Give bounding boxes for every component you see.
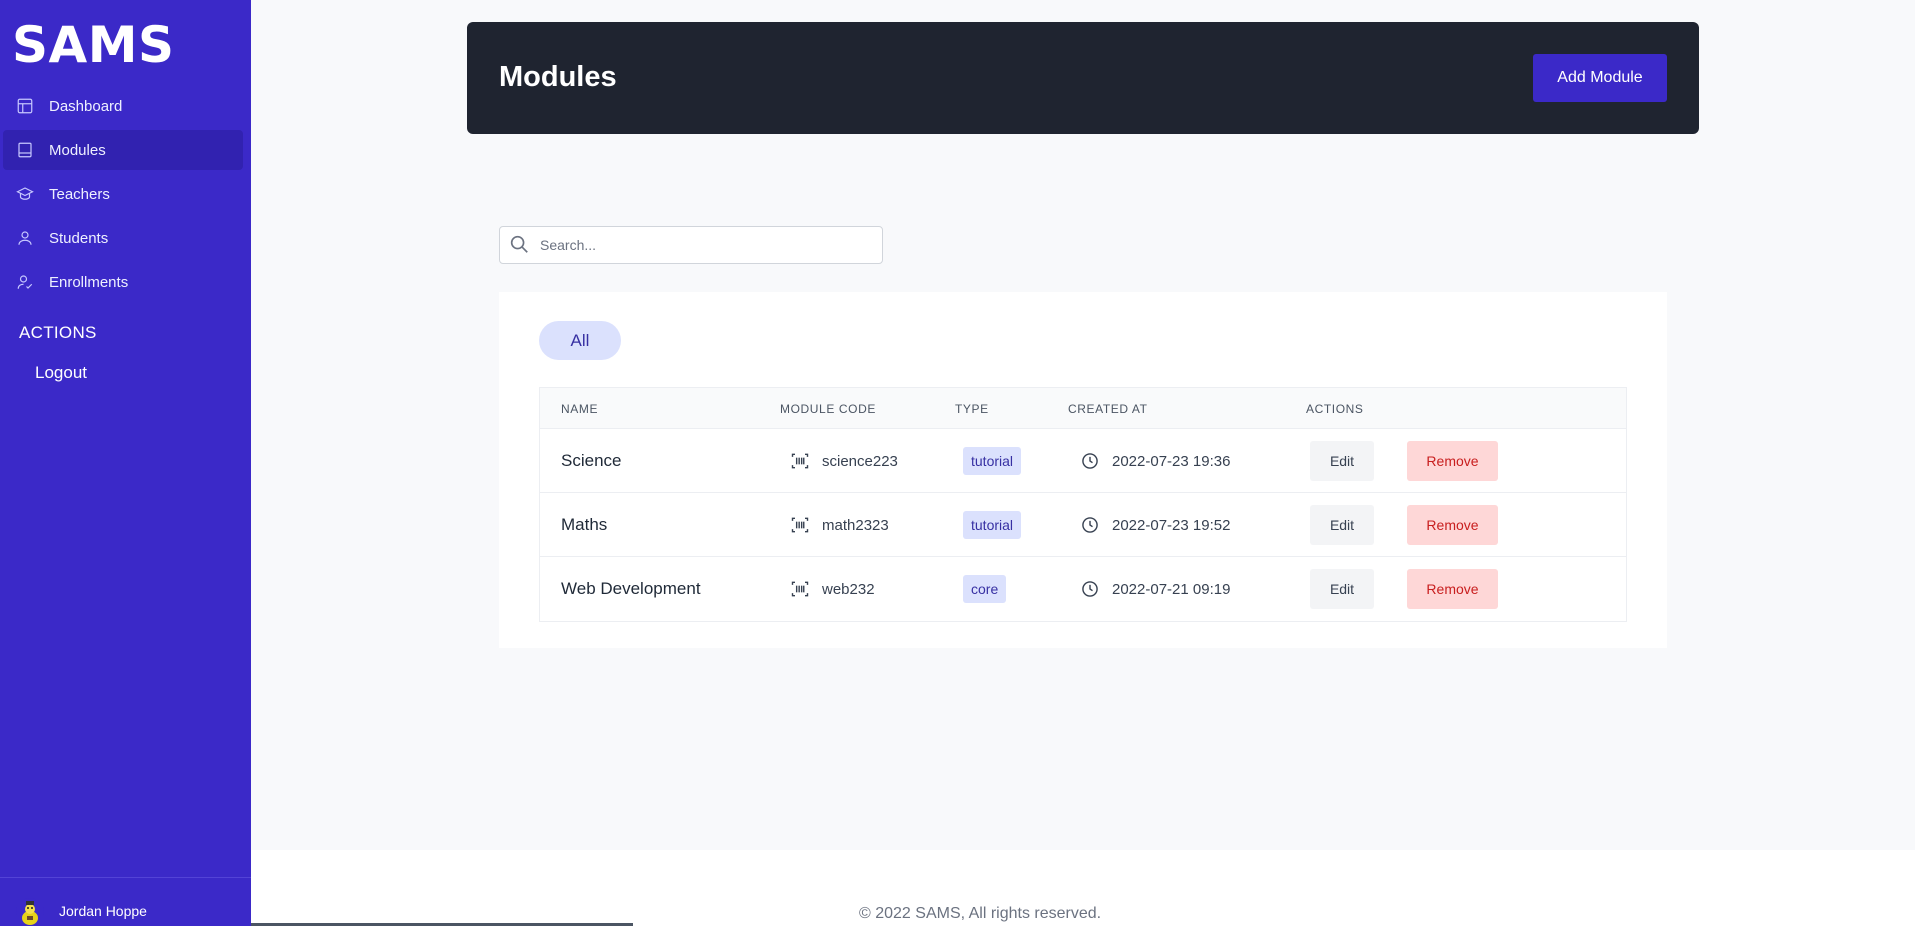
remove-cell: Remove <box>1407 493 1498 557</box>
type-cell: tutorial <box>963 429 1022 493</box>
created-at: 2022-07-23 19:52 <box>1112 516 1231 534</box>
page-footer: © 2022 SAMS, All rights reserved. <box>251 850 1915 926</box>
column-header-name: NAME <box>561 402 599 416</box>
edit-button[interactable]: Edit <box>1310 569 1374 609</box>
clock-icon <box>1082 453 1098 469</box>
created-at: 2022-07-23 19:36 <box>1112 452 1231 470</box>
add-module-button[interactable]: Add Module <box>1533 54 1667 102</box>
user-icon <box>15 228 35 248</box>
sidebar-item-label: Dashboard <box>49 97 123 115</box>
module-code-cell: web232 <box>790 557 875 621</box>
app-logo[interactable]: SAMS <box>12 16 174 74</box>
module-name: Science <box>561 451 622 470</box>
module-code-cell: science223 <box>790 429 898 493</box>
module-code: math2323 <box>822 516 889 534</box>
remove-button[interactable]: Remove <box>1407 569 1498 609</box>
book-icon <box>15 140 35 160</box>
sidebar-item-label: Students <box>49 229 109 247</box>
search-input[interactable] <box>540 237 860 253</box>
sidebar-item-label: Modules <box>49 141 106 159</box>
edit-cell: Edit <box>1310 493 1374 557</box>
clock-icon <box>1082 517 1098 533</box>
type-badge: core <box>963 575 1007 603</box>
modules-table: NAME MODULE CODE TYPE CREATED AT ACTIONS… <box>539 387 1627 622</box>
filter-all-button[interactable]: All <box>539 321 621 360</box>
sidebar-item-modules[interactable]: Modules <box>3 130 243 170</box>
column-header-module-code: MODULE CODE <box>780 402 876 416</box>
page-header: Modules Add Module <box>467 22 1699 134</box>
avatar <box>16 898 44 926</box>
search-box[interactable] <box>499 226 883 264</box>
user-check-icon <box>15 272 35 292</box>
column-header-created-at: CREATED AT <box>1068 402 1148 416</box>
module-name: Maths <box>561 515 608 534</box>
type-badge: tutorial <box>963 511 1022 539</box>
table-row: Web Development web232 core 2022-07-21 0… <box>540 557 1626 621</box>
table-header: NAME MODULE CODE TYPE CREATED AT ACTIONS <box>540 388 1626 429</box>
created-cell: 2022-07-23 19:36 <box>1080 429 1230 493</box>
edit-cell: Edit <box>1310 429 1374 493</box>
sidebar-item-students[interactable]: Students <box>3 218 243 258</box>
logout-link[interactable]: Logout <box>35 363 87 383</box>
remove-cell: Remove <box>1407 557 1498 621</box>
modules-card: All NAME MODULE CODE TYPE CREATED AT ACT… <box>499 292 1667 648</box>
sidebar-item-enrollments[interactable]: Enrollments <box>3 262 243 302</box>
created-cell: 2022-07-23 19:52 <box>1080 493 1230 557</box>
sidebar-item-teachers[interactable]: Teachers <box>3 174 243 214</box>
edit-cell: Edit <box>1310 557 1374 621</box>
actions-heading: ACTIONS <box>19 323 97 342</box>
created-at: 2022-07-21 09:19 <box>1112 580 1231 598</box>
remove-cell: Remove <box>1407 429 1498 493</box>
remove-button[interactable]: Remove <box>1407 505 1498 545</box>
user-name: Jordan Hoppe <box>59 903 147 919</box>
module-code: web232 <box>822 580 875 598</box>
module-code: science223 <box>822 452 898 470</box>
created-cell: 2022-07-21 09:19 <box>1080 557 1230 621</box>
table-row: Maths math2323 tutorial 2022-07-23 19:52… <box>540 493 1626 557</box>
column-header-actions: ACTIONS <box>1306 402 1364 416</box>
sidebar-item-label: Teachers <box>49 185 110 203</box>
clock-icon <box>1082 581 1098 597</box>
sidebar-item-dashboard[interactable]: Dashboard <box>3 86 243 126</box>
table-row: Science science223 tutorial 2022-07-23 1… <box>540 429 1626 493</box>
page-title: Modules <box>499 61 617 93</box>
type-cell: core <box>963 557 1007 621</box>
module-name: Web Development <box>561 579 701 598</box>
column-header-type: TYPE <box>955 402 989 416</box>
sidebar-nav: Dashboard Modules Teachers Students Enro… <box>0 86 251 306</box>
barcode-scan-icon <box>791 453 809 469</box>
dashboard-icon <box>15 96 35 116</box>
barcode-scan-icon <box>791 517 809 533</box>
copyright-text: © 2022 SAMS, All rights reserved. <box>859 905 1102 922</box>
edit-button[interactable]: Edit <box>1310 441 1374 481</box>
module-code-cell: math2323 <box>790 493 889 557</box>
user-profile[interactable]: Jordan Hoppe <box>0 877 251 926</box>
type-cell: tutorial <box>963 493 1022 557</box>
remove-button[interactable]: Remove <box>1407 441 1498 481</box>
search-icon <box>508 233 532 257</box>
type-badge: tutorial <box>963 447 1022 475</box>
graduation-cap-icon <box>15 184 35 204</box>
sidebar: SAMS Dashboard Modules Teachers Students <box>0 0 251 926</box>
sidebar-item-label: Enrollments <box>49 273 129 291</box>
edit-button[interactable]: Edit <box>1310 505 1374 545</box>
barcode-scan-icon <box>791 581 809 597</box>
